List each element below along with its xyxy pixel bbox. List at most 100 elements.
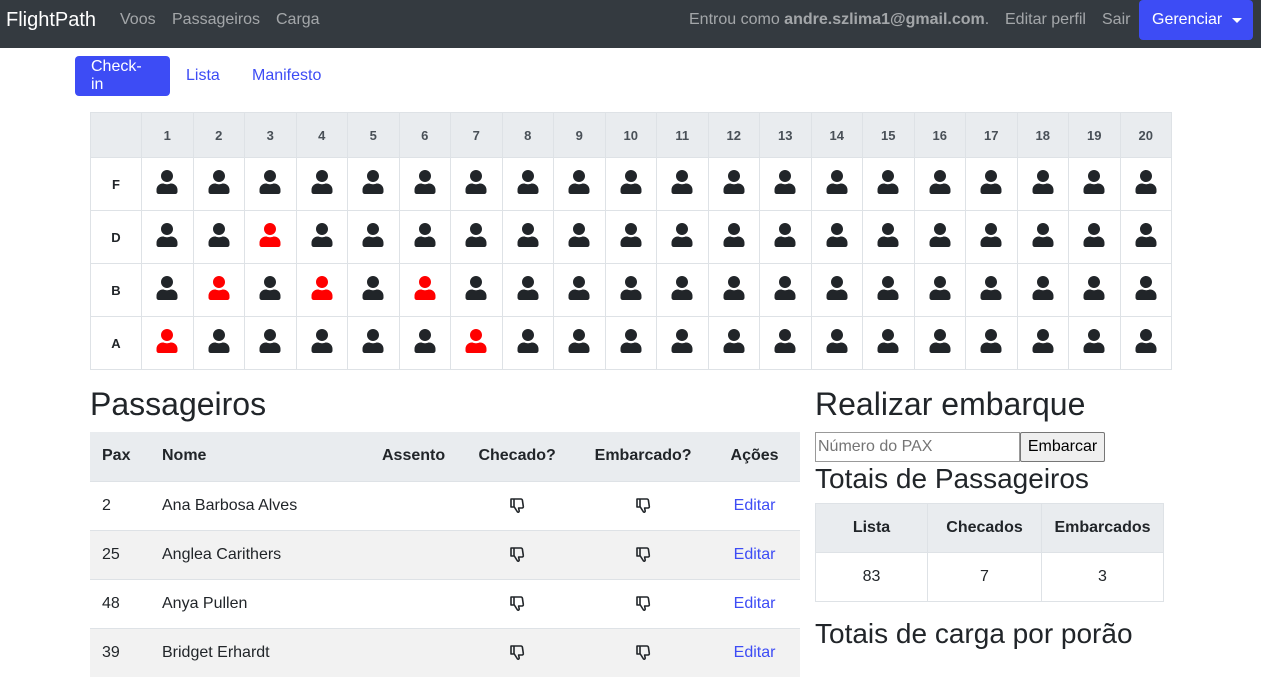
seat-cell[interactable] xyxy=(450,157,503,211)
col-assento[interactable]: Assento xyxy=(370,432,458,482)
edit-passenger-link[interactable]: Editar xyxy=(734,546,776,563)
seat-cell[interactable] xyxy=(707,263,760,317)
seat-cell[interactable] xyxy=(347,316,400,370)
seat-cell[interactable] xyxy=(862,263,915,317)
seat-cell[interactable] xyxy=(501,263,554,317)
seat-cell[interactable] xyxy=(862,157,915,211)
seat-cell[interactable] xyxy=(604,210,657,264)
seat-cell[interactable] xyxy=(553,157,606,211)
seat-cell[interactable] xyxy=(759,263,812,317)
pax-number-input[interactable] xyxy=(815,432,1020,462)
col-pax[interactable]: Pax xyxy=(90,432,150,482)
seat-cell[interactable] xyxy=(604,263,657,317)
seat-cell[interactable] xyxy=(553,316,606,370)
seat-cell[interactable] xyxy=(192,157,245,211)
seat-cell[interactable] xyxy=(913,263,966,317)
seat-cell[interactable] xyxy=(759,316,812,370)
seat-cell[interactable] xyxy=(1068,157,1121,211)
seat-cell[interactable] xyxy=(656,263,709,317)
seat-cell[interactable] xyxy=(965,263,1018,317)
seat-cell[interactable] xyxy=(810,210,863,264)
nav-link-passageiros[interactable]: Passageiros xyxy=(172,11,260,29)
seat-cell[interactable] xyxy=(141,210,194,264)
seat-cell[interactable] xyxy=(295,157,348,211)
seat-cell[interactable] xyxy=(707,210,760,264)
seat-cell[interactable] xyxy=(862,316,915,370)
seat-cell[interactable] xyxy=(913,157,966,211)
seat-cell[interactable] xyxy=(141,263,194,317)
seat-cell[interactable] xyxy=(1016,157,1069,211)
board-button[interactable]: Embarcar xyxy=(1020,432,1105,462)
seat-cell[interactable] xyxy=(862,210,915,264)
seat-cell[interactable] xyxy=(244,316,297,370)
seat-cell[interactable] xyxy=(1016,316,1069,370)
seat-cell[interactable] xyxy=(141,157,194,211)
seat-cell[interactable] xyxy=(1119,316,1172,370)
seat-cell[interactable] xyxy=(810,316,863,370)
seat-cell[interactable] xyxy=(553,263,606,317)
logout-link[interactable]: Sair xyxy=(1102,11,1130,29)
seat-cell[interactable] xyxy=(759,157,812,211)
tab-manifesto[interactable]: Manifesto xyxy=(236,56,337,96)
seat-cell[interactable] xyxy=(347,263,400,317)
seat-cell[interactable] xyxy=(656,210,709,264)
seat-cell[interactable] xyxy=(295,263,348,317)
seat-cell[interactable] xyxy=(1016,263,1069,317)
seat-cell[interactable] xyxy=(913,210,966,264)
seat-cell[interactable] xyxy=(553,210,606,264)
edit-passenger-link[interactable]: Editar xyxy=(734,644,776,661)
seat-cell[interactable] xyxy=(1119,157,1172,211)
manage-dropdown-button[interactable]: Gerenciar xyxy=(1139,0,1253,40)
seat-cell[interactable] xyxy=(965,316,1018,370)
col-embarcado[interactable]: Embarcado? xyxy=(577,432,710,482)
seat-cell[interactable] xyxy=(501,157,554,211)
seat-cell[interactable] xyxy=(656,316,709,370)
seat-cell[interactable] xyxy=(347,210,400,264)
seat-cell[interactable] xyxy=(450,316,503,370)
tab-lista[interactable]: Lista xyxy=(170,56,236,96)
seat-cell[interactable] xyxy=(141,316,194,370)
seat-cell[interactable] xyxy=(810,263,863,317)
seat-cell[interactable] xyxy=(810,157,863,211)
seat-cell[interactable] xyxy=(656,157,709,211)
brand-logo[interactable]: FlightPath xyxy=(6,9,96,32)
seat-cell[interactable] xyxy=(295,316,348,370)
seat-cell[interactable] xyxy=(965,210,1018,264)
seat-cell[interactable] xyxy=(759,210,812,264)
seat-cell[interactable] xyxy=(707,157,760,211)
col-checado[interactable]: Checado? xyxy=(457,432,578,482)
seat-cell[interactable] xyxy=(604,157,657,211)
seat-cell[interactable] xyxy=(244,263,297,317)
seat-cell[interactable] xyxy=(604,316,657,370)
seat-cell[interactable] xyxy=(965,157,1018,211)
seat-cell[interactable] xyxy=(1119,263,1172,317)
seat-cell[interactable] xyxy=(192,263,245,317)
seat-cell[interactable] xyxy=(450,263,503,317)
col-acoes[interactable]: Ações xyxy=(709,432,800,482)
edit-passenger-link[interactable]: Editar xyxy=(734,497,776,514)
seat-cell[interactable] xyxy=(1068,263,1121,317)
nav-link-carga[interactable]: Carga xyxy=(276,11,320,29)
seat-cell[interactable] xyxy=(398,316,451,370)
seat-cell[interactable] xyxy=(347,157,400,211)
seat-cell[interactable] xyxy=(244,210,297,264)
seat-cell[interactable] xyxy=(501,316,554,370)
col-nome[interactable]: Nome xyxy=(150,432,370,482)
tab-check-in[interactable]: Check-in xyxy=(75,56,170,96)
edit-profile-link[interactable]: Editar perfil xyxy=(1005,11,1086,29)
seat-cell[interactable] xyxy=(1016,210,1069,264)
seat-cell[interactable] xyxy=(398,263,451,317)
nav-link-voos[interactable]: Voos xyxy=(120,11,156,29)
seat-cell[interactable] xyxy=(1068,316,1121,370)
seat-cell[interactable] xyxy=(244,157,297,211)
seat-cell[interactable] xyxy=(450,210,503,264)
seat-cell[interactable] xyxy=(913,316,966,370)
edit-passenger-link[interactable]: Editar xyxy=(734,595,776,612)
seat-cell[interactable] xyxy=(1068,210,1121,264)
seat-cell[interactable] xyxy=(1119,210,1172,264)
seat-cell[interactable] xyxy=(398,157,451,211)
seat-cell[interactable] xyxy=(398,210,451,264)
seat-cell[interactable] xyxy=(707,316,760,370)
seat-cell[interactable] xyxy=(192,316,245,370)
seat-cell[interactable] xyxy=(192,210,245,264)
